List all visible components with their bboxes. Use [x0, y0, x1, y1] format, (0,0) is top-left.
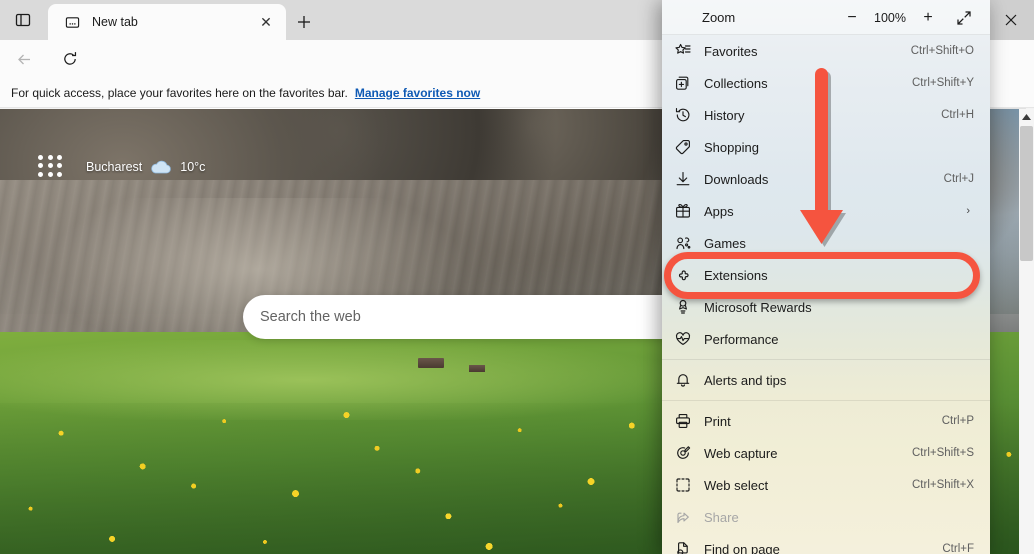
shopping-tag-icon — [662, 139, 704, 155]
tab-close-icon[interactable]: ✕ — [254, 10, 278, 34]
back-button[interactable] — [10, 45, 38, 73]
menu-separator — [662, 359, 990, 360]
rewards-icon — [662, 299, 704, 315]
cloud-icon — [149, 159, 173, 175]
printer-icon — [662, 413, 704, 429]
downloads-icon — [662, 171, 704, 187]
find-icon — [662, 541, 704, 554]
menu-item-performance[interactable]: Performance — [662, 323, 990, 355]
zoom-out-button[interactable]: − — [836, 2, 868, 34]
manage-favorites-link[interactable]: Manage favorites now — [355, 86, 480, 100]
menu-item-alerts-and-tips[interactable]: Alerts and tips — [662, 364, 990, 396]
newtab-favicon-icon — [62, 12, 82, 32]
menu-item-share: Share — [662, 501, 990, 533]
bell-icon — [662, 372, 704, 388]
menu-item-label: Alerts and tips — [704, 372, 787, 388]
menu-item-shortcut: Ctrl+Shift+O — [910, 45, 974, 57]
menu-item-print[interactable]: Print Ctrl+P — [662, 405, 990, 437]
page-scrollbar[interactable] — [1019, 109, 1034, 554]
scroll-up-arrow-icon[interactable] — [1019, 109, 1034, 124]
menu-item-shortcut: Ctrl+Shift+X — [912, 479, 974, 491]
menu-item-shortcut: Ctrl+Shift+Y — [912, 77, 974, 89]
callout-ellipse — [664, 252, 980, 299]
apps-icon — [662, 203, 704, 219]
share-icon — [662, 509, 704, 525]
app-launcher-icon[interactable] — [38, 155, 64, 177]
tab-search-icon[interactable] — [8, 6, 38, 34]
menu-item-shortcut: Ctrl+H — [941, 109, 974, 121]
menu-item-shortcut: Ctrl+F — [942, 543, 974, 554]
menu-item-shortcut: Ctrl+Shift+S — [912, 447, 974, 459]
menu-separator — [662, 400, 990, 401]
weather-city: Bucharest — [86, 160, 143, 174]
menu-item-find-on-page[interactable]: Find on page Ctrl+F — [662, 533, 990, 554]
menu-item-label: Performance — [704, 331, 779, 347]
menu-item-shortcut: Ctrl+J — [943, 173, 974, 185]
browser-window: New tab ✕ For quick access, place your f… — [0, 0, 1034, 554]
menu-item-label: Web select — [704, 477, 769, 493]
menu-item-label: Share — [704, 509, 739, 525]
web-select-icon — [662, 477, 704, 493]
favorites-icon — [662, 43, 704, 59]
callout-arrow-icon — [797, 68, 851, 250]
refresh-button[interactable] — [56, 45, 84, 73]
window-close-button[interactable] — [988, 0, 1034, 40]
fullscreen-icon[interactable] — [944, 2, 984, 34]
menu-item-favorites[interactable]: Favorites Ctrl+Shift+O — [662, 35, 990, 67]
web-capture-icon — [662, 445, 704, 461]
menu-item-label: Print — [704, 413, 731, 429]
zoom-value: 100% — [874, 10, 906, 25]
weather-widget[interactable]: Bucharest 10°c — [86, 157, 205, 177]
performance-icon — [662, 331, 704, 347]
history-icon — [662, 107, 704, 123]
tab-title: New tab — [92, 15, 138, 29]
menu-item-web-capture[interactable]: Web capture Ctrl+Shift+S — [662, 437, 990, 469]
games-icon — [662, 235, 704, 251]
zoom-in-button[interactable]: + — [912, 2, 944, 34]
favorites-bar-text: For quick access, place your favorites h… — [11, 85, 348, 100]
menu-item-shortcut: Ctrl+P — [941, 415, 974, 427]
tab-new-tab[interactable]: New tab ✕ — [48, 4, 286, 40]
menu-item-label: Web capture — [704, 445, 778, 461]
menu-item-label: Favorites — [704, 43, 758, 59]
chevron-right-icon: › — [966, 205, 970, 217]
new-tab-button[interactable] — [290, 8, 318, 36]
zoom-label: Zoom — [702, 9, 736, 25]
menu-item-web-select[interactable]: Web select Ctrl+Shift+X — [662, 469, 990, 501]
weather-temperature: 10°c — [180, 160, 206, 174]
menu-item-label: Microsoft Rewards — [704, 299, 812, 315]
collections-icon — [662, 75, 704, 91]
scrollbar-thumb[interactable] — [1020, 126, 1033, 261]
menu-item-label: Find on page — [704, 541, 780, 554]
window-controls — [988, 0, 1034, 40]
menu-zoom-row: Zoom − 100% + — [662, 0, 990, 35]
ntp-search-placeholder: Search the web — [260, 309, 361, 325]
